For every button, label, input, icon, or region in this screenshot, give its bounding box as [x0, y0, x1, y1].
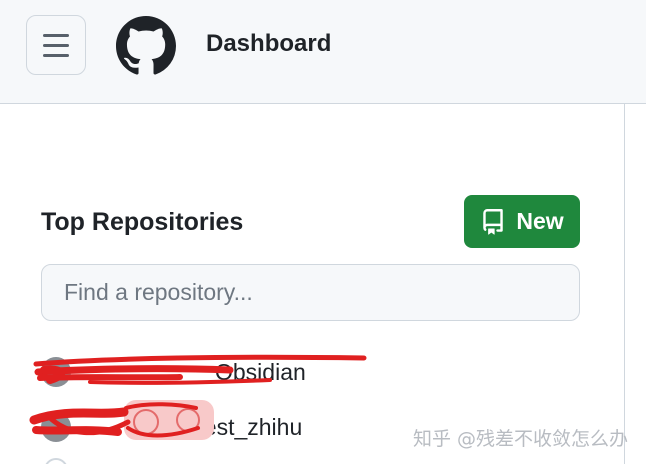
avatar: [44, 458, 68, 464]
repo-book-icon: [483, 208, 504, 235]
avatar: [41, 412, 71, 442]
repo-list-item[interactable]: Obsidian: [41, 352, 306, 392]
menu-button[interactable]: [26, 15, 86, 75]
repo-link[interactable]: /test_zhihu: [191, 414, 302, 441]
column-divider: [624, 104, 625, 464]
avatar: [41, 357, 71, 387]
hamburger-icon-bar: [43, 43, 69, 47]
watermark-text: 知乎 @残差不收敛怎么办: [412, 428, 628, 450]
find-repository-input[interactable]: [41, 264, 580, 321]
top-repositories-heading: Top Repositories: [41, 208, 244, 236]
page-title: Dashboard: [206, 30, 332, 57]
hamburger-icon-bar: [43, 53, 69, 57]
top-header: Dashboard: [0, 0, 646, 104]
new-repository-button[interactable]: New: [464, 195, 580, 248]
github-logo-icon[interactable]: [116, 16, 176, 76]
new-button-label: New: [516, 208, 564, 234]
hamburger-icon-bar: [43, 33, 69, 37]
repo-link[interactable]: Obsidian: [215, 359, 306, 386]
repo-list-item[interactable]: /test_zhihu: [41, 407, 302, 447]
